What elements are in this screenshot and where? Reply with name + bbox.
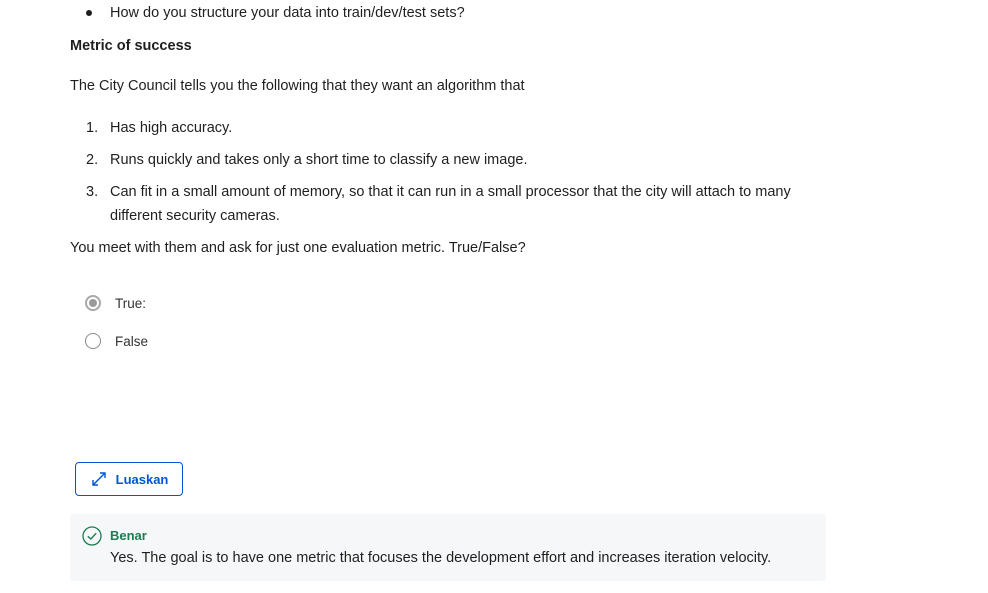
- option-false[interactable]: False: [85, 331, 148, 351]
- expand-arrows-icon: [91, 472, 106, 486]
- list-item-number: 3.: [86, 184, 99, 200]
- list-item-text: Has high accuracy.: [110, 120, 233, 136]
- expand-button[interactable]: Luaskan: [75, 462, 183, 496]
- feedback-status: Benar: [110, 528, 147, 543]
- radio-selected[interactable]: [85, 295, 101, 311]
- feedback-message: Yes. The goal is to have one metric that…: [110, 550, 772, 566]
- list-item: 3. Can fit in a small amount of memory, …: [70, 180, 830, 228]
- option-label: False: [115, 333, 149, 349]
- option-true[interactable]: True:: [85, 293, 146, 313]
- requirements-list: 1. Has high accuracy. 2. Runs quickly an…: [70, 116, 830, 236]
- list-item-text: Can fit in a small amount of memory, so …: [110, 184, 791, 224]
- list-item-number: 2.: [86, 152, 99, 168]
- section-heading: Metric of success: [70, 38, 192, 54]
- list-item: 1. Has high accuracy.: [70, 116, 830, 140]
- list-item-text: Runs quickly and takes only a short time…: [110, 152, 528, 168]
- bullet-text: How do you structure your data into trai…: [110, 5, 465, 21]
- check-circle-icon: [82, 526, 102, 546]
- list-item-number: 1.: [86, 120, 99, 136]
- expand-button-label: Luaskan: [115, 471, 169, 487]
- question-text: You meet with them and ask for just one …: [70, 240, 526, 256]
- list-item: 2. Runs quickly and takes only a short t…: [70, 148, 830, 172]
- feedback-panel: Benar Yes. The goal is to have one metri…: [70, 514, 826, 581]
- option-label: True:: [115, 295, 147, 311]
- radio-unselected[interactable]: [85, 333, 101, 349]
- previous-bullet-item: How do you structure your data into trai…: [70, 3, 670, 23]
- radio-dot: [89, 299, 97, 307]
- intro-text: The City Council tells you the following…: [70, 78, 525, 94]
- bullet-dot: [86, 10, 92, 16]
